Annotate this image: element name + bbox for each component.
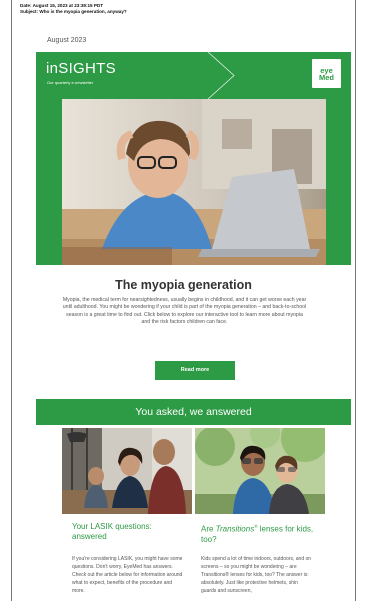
- transitions-title-prefix: Are: [201, 524, 216, 534]
- hero-photo-boy-laptop[interactable]: [62, 99, 326, 265]
- email-meta: Date: August 15, 2023 at 23:39:15 PDT Su…: [20, 3, 127, 15]
- read-more-button[interactable]: Read more: [155, 361, 235, 380]
- article-body: Myopia, the medical term for nearsighted…: [62, 297, 307, 325]
- chevron-decoration-icon: [207, 52, 235, 99]
- newsletter-title: inSIGHTS: [46, 60, 116, 77]
- lasik-photo[interactable]: [62, 428, 192, 514]
- logo-text-bottom: Med: [319, 73, 334, 82]
- lasik-card-title[interactable]: Your LASIK questions: answered: [72, 522, 177, 542]
- lasik-card-body: If you're considering LASIK, you might h…: [72, 556, 183, 594]
- eyemed-logo[interactable]: eye Med: [312, 59, 341, 88]
- transitions-card-title[interactable]: Are Transitions® lenses for kids, too?: [201, 522, 316, 545]
- issue-date: August 2023: [47, 37, 87, 44]
- transitions-title-brand: Transitions: [215, 524, 255, 534]
- email-subject: Subject: Who is the myopia generation, a…: [20, 9, 127, 14]
- article-headline: The myopia generation: [115, 278, 252, 292]
- logo-text-top: eye: [320, 66, 333, 75]
- transitions-kids-photo[interactable]: [195, 428, 325, 514]
- newsletter-subtitle: Our quarterly e-newsletter: [47, 80, 94, 85]
- newsletter-header: inSIGHTS Our quarterly e-newsletter eye …: [36, 52, 351, 265]
- section-banner: You asked, we answered: [36, 399, 351, 425]
- transitions-card-body: Kids spend a lot of time indoors, outdoo…: [201, 556, 312, 594]
